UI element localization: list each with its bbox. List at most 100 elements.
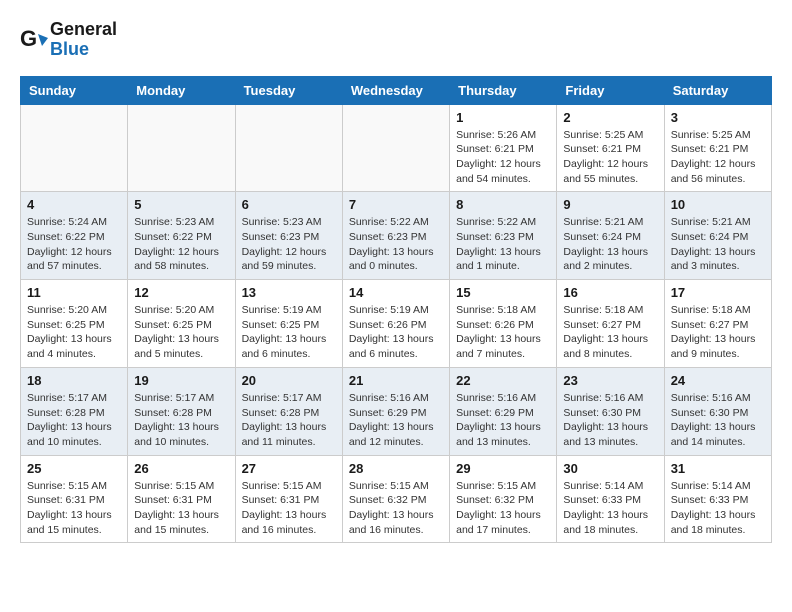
day-cell: 21Sunrise: 5:16 AM Sunset: 6:29 PM Dayli… [342, 367, 449, 455]
day-info: Sunrise: 5:18 AM Sunset: 6:27 PM Dayligh… [563, 303, 657, 362]
calendar-table: SundayMondayTuesdayWednesdayThursdayFrid… [20, 76, 772, 544]
day-number: 25 [27, 461, 121, 476]
day-number: 31 [671, 461, 765, 476]
day-number: 15 [456, 285, 550, 300]
dow-thursday: Thursday [450, 76, 557, 104]
day-cell: 13 Sunrise: 5:19 AM Sunset: 6:25 PM Dayli… [235, 280, 342, 368]
day-number: 5 [134, 197, 228, 212]
day-cell: 17 Sunrise: 5:18 AM Sunset: 6:27 PM Dayli… [664, 280, 771, 368]
day-info: Sunrise: 5:17 AM Sunset: 6:28 PM Dayligh… [134, 391, 228, 450]
days-of-week-row: SundayMondayTuesdayWednesdayThursdayFrid… [21, 76, 772, 104]
day-number: 20 [242, 373, 336, 388]
day-info: Sunrise: 5:26 AM Sunset: 6:21 PM Dayligh… [456, 128, 550, 187]
day-info: Sunrise: 5:21 AM Sunset: 6:24 PM Dayligh… [671, 215, 765, 274]
day-number: 2 [563, 110, 657, 125]
day-info: Sunrise: 5:17 AM Sunset: 6:28 PM Dayligh… [27, 391, 121, 450]
day-cell: 6 Sunrise: 5:23 AM Sunset: 6:23 PM Daylig… [235, 192, 342, 280]
day-info: Sunrise: 5:15 AM Sunset: 6:32 PM Dayligh… [456, 479, 550, 538]
day-number: 28 [349, 461, 443, 476]
day-cell: 22 Sunrise: 5:16 AM Sunset: 6:29 PM Dayli… [450, 367, 557, 455]
day-cell: 15Sunrise: 5:18 AM Sunset: 6:26 PM Dayli… [450, 280, 557, 368]
week-row-5: 25 Sunrise: 5:15 AM Sunset: 6:31 PM Dayli… [21, 455, 772, 543]
day-cell: 8Sunrise: 5:22 AM Sunset: 6:23 PM Daylig… [450, 192, 557, 280]
logo-blue: Blue [50, 40, 117, 60]
day-cell [235, 104, 342, 192]
day-number: 10 [671, 197, 765, 212]
day-info: Sunrise: 5:25 AM Sunset: 6:21 PM Dayligh… [671, 128, 765, 187]
day-cell: 9 Sunrise: 5:21 AM Sunset: 6:24 PM Daylig… [557, 192, 664, 280]
week-row-2: 4Sunrise: 5:24 AM Sunset: 6:22 PM Daylig… [21, 192, 772, 280]
day-number: 26 [134, 461, 228, 476]
day-number: 19 [134, 373, 228, 388]
day-number: 24 [671, 373, 765, 388]
day-info: Sunrise: 5:16 AM Sunset: 6:29 PM Dayligh… [456, 391, 550, 450]
day-info: Sunrise: 5:21 AM Sunset: 6:24 PM Dayligh… [563, 215, 657, 274]
day-cell: 25 Sunrise: 5:15 AM Sunset: 6:31 PM Dayli… [21, 455, 128, 543]
day-info: Sunrise: 5:19 AM Sunset: 6:26 PM Dayligh… [349, 303, 443, 362]
day-cell: 5Sunrise: 5:23 AM Sunset: 6:22 PM Daylig… [128, 192, 235, 280]
day-number: 16 [563, 285, 657, 300]
day-cell: 1 Sunrise: 5:26 AM Sunset: 6:21 PM Daylig… [450, 104, 557, 192]
day-cell: 24 Sunrise: 5:16 AM Sunset: 6:30 PM Dayli… [664, 367, 771, 455]
day-cell: 29 Sunrise: 5:15 AM Sunset: 6:32 PM Dayli… [450, 455, 557, 543]
week-row-3: 11 Sunrise: 5:20 AM Sunset: 6:25 PM Dayli… [21, 280, 772, 368]
day-cell: 10 Sunrise: 5:21 AM Sunset: 6:24 PM Dayli… [664, 192, 771, 280]
day-cell: 11Sunrise: 5:20 AM Sunset: 6:25 PM Dayli… [21, 280, 128, 368]
day-info: Sunrise: 5:19 AM Sunset: 6:25 PM Dayligh… [242, 303, 336, 362]
day-number: 29 [456, 461, 550, 476]
day-number: 22 [456, 373, 550, 388]
day-number: 7 [349, 197, 443, 212]
calendar-body: 1 Sunrise: 5:26 AM Sunset: 6:21 PM Daylig… [21, 104, 772, 543]
day-cell [21, 104, 128, 192]
day-number: 11 [27, 285, 121, 300]
day-cell: 18 Sunrise: 5:17 AM Sunset: 6:28 PM Dayli… [21, 367, 128, 455]
dow-tuesday: Tuesday [235, 76, 342, 104]
day-info: Sunrise: 5:14 AM Sunset: 6:33 PM Dayligh… [563, 479, 657, 538]
day-info: Sunrise: 5:16 AM Sunset: 6:30 PM Dayligh… [563, 391, 657, 450]
day-cell [128, 104, 235, 192]
day-cell: 30 Sunrise: 5:14 AM Sunset: 6:33 PM Dayli… [557, 455, 664, 543]
day-cell: 16 Sunrise: 5:18 AM Sunset: 6:27 PM Dayli… [557, 280, 664, 368]
day-number: 6 [242, 197, 336, 212]
day-cell: 19 Sunrise: 5:17 AM Sunset: 6:28 PM Dayli… [128, 367, 235, 455]
day-cell: 7 Sunrise: 5:22 AM Sunset: 6:23 PM Daylig… [342, 192, 449, 280]
day-number: 9 [563, 197, 657, 212]
day-cell: 26 Sunrise: 5:15 AM Sunset: 6:31 PM Dayli… [128, 455, 235, 543]
day-info: Sunrise: 5:15 AM Sunset: 6:31 PM Dayligh… [242, 479, 336, 538]
day-number: 12 [134, 285, 228, 300]
dow-monday: Monday [128, 76, 235, 104]
day-info: Sunrise: 5:15 AM Sunset: 6:31 PM Dayligh… [27, 479, 121, 538]
logo-general: General [50, 20, 117, 40]
day-info: Sunrise: 5:15 AM Sunset: 6:31 PM Dayligh… [134, 479, 228, 538]
logo-icon: G [20, 26, 48, 54]
day-cell: 12 Sunrise: 5:20 AM Sunset: 6:25 PM Dayli… [128, 280, 235, 368]
day-info: Sunrise: 5:23 AM Sunset: 6:23 PM Dayligh… [242, 215, 336, 274]
svg-text:G: G [20, 26, 37, 51]
day-number: 17 [671, 285, 765, 300]
day-info: Sunrise: 5:16 AM Sunset: 6:30 PM Dayligh… [671, 391, 765, 450]
week-row-4: 18 Sunrise: 5:17 AM Sunset: 6:28 PM Dayli… [21, 367, 772, 455]
day-cell: 3Sunrise: 5:25 AM Sunset: 6:21 PM Daylig… [664, 104, 771, 192]
day-number: 4 [27, 197, 121, 212]
day-number: 30 [563, 461, 657, 476]
day-info: Sunrise: 5:25 AM Sunset: 6:21 PM Dayligh… [563, 128, 657, 187]
day-number: 1 [456, 110, 550, 125]
day-number: 23 [563, 373, 657, 388]
logo: G General Blue [20, 20, 117, 60]
day-info: Sunrise: 5:17 AM Sunset: 6:28 PM Dayligh… [242, 391, 336, 450]
page-header: G General Blue [20, 20, 772, 60]
day-number: 8 [456, 197, 550, 212]
day-cell: 27Sunrise: 5:15 AM Sunset: 6:31 PM Dayli… [235, 455, 342, 543]
day-cell: 31Sunrise: 5:14 AM Sunset: 6:33 PM Dayli… [664, 455, 771, 543]
dow-saturday: Saturday [664, 76, 771, 104]
day-number: 21 [349, 373, 443, 388]
day-number: 18 [27, 373, 121, 388]
day-info: Sunrise: 5:18 AM Sunset: 6:27 PM Dayligh… [671, 303, 765, 362]
day-number: 13 [242, 285, 336, 300]
dow-friday: Friday [557, 76, 664, 104]
day-info: Sunrise: 5:20 AM Sunset: 6:25 PM Dayligh… [134, 303, 228, 362]
day-cell: 2 Sunrise: 5:25 AM Sunset: 6:21 PM Daylig… [557, 104, 664, 192]
dow-sunday: Sunday [21, 76, 128, 104]
day-info: Sunrise: 5:22 AM Sunset: 6:23 PM Dayligh… [349, 215, 443, 274]
day-number: 14 [349, 285, 443, 300]
